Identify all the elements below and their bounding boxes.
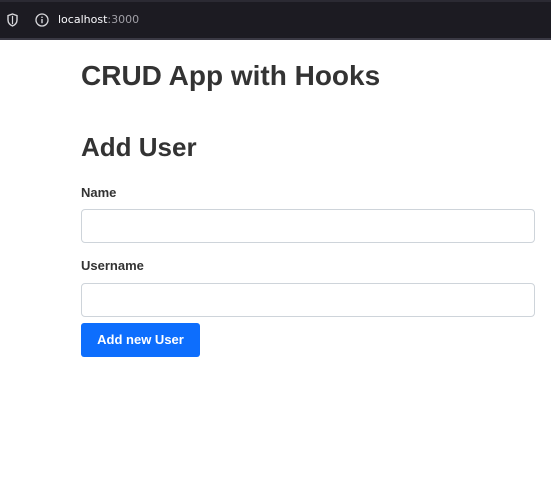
name-input[interactable] [81, 209, 535, 243]
url-host: localhost [58, 13, 108, 26]
toolbar-divider [0, 38, 551, 40]
url-port: :3000 [107, 13, 140, 26]
username-input[interactable] [81, 283, 535, 317]
add-new-user-button[interactable]: Add new User [81, 323, 200, 357]
address-bar[interactable]: localhost:3000 [58, 13, 139, 27]
info-icon[interactable] [35, 13, 49, 27]
shield-icon[interactable] [7, 13, 18, 27]
browser-toolbar: localhost:3000 [0, 0, 551, 38]
add-user-heading: Add User [81, 132, 197, 162]
app-title: CRUD App with Hooks [81, 60, 381, 91]
username-label: Username [81, 258, 144, 273]
name-label: Name [81, 185, 117, 200]
